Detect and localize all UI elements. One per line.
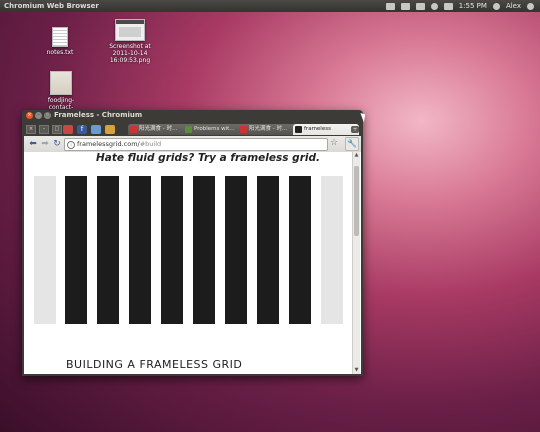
- grid-column: [193, 176, 215, 324]
- grid-column-ghost: [321, 176, 343, 324]
- minimize-icon[interactable]: –: [35, 112, 42, 119]
- tab-label: frameless: [304, 126, 331, 132]
- page-viewport: Hate fluid grids? Try a frameless grid. …: [24, 152, 361, 374]
- desktop-icon-label: notes.txt: [46, 49, 74, 56]
- window-controls: × – □: [26, 112, 51, 119]
- browser-window: × – □ Frameless - Chromium × – □ f 阳光满食 …: [22, 110, 363, 376]
- tab-label: 阳光满食 - 时…: [139, 126, 178, 132]
- pinned-tab[interactable]: [105, 125, 115, 134]
- grid-column: [225, 176, 247, 324]
- minimize-icon[interactable]: –: [39, 125, 49, 134]
- maximize-icon[interactable]: □: [52, 125, 62, 134]
- wrench-menu-icon[interactable]: 🔧: [345, 137, 359, 151]
- user-icon: [492, 2, 500, 10]
- top-panel: Chromium Web Browser 1:55 PM Alex: [0, 0, 540, 12]
- vertical-scrollbar[interactable]: ▲ ▼: [352, 152, 360, 374]
- desktop-icon-notes[interactable]: notes.txt: [42, 27, 78, 56]
- tab[interactable]: 阳光满食 - 时… ×: [128, 124, 191, 135]
- close-icon[interactable]: ×: [26, 112, 33, 119]
- text-file-icon: [52, 27, 68, 47]
- grid-column: [129, 176, 151, 324]
- new-tab-button[interactable]: +: [351, 126, 359, 133]
- url-host: framelessgrid.com/: [77, 140, 140, 148]
- tab-favicon-icon: [185, 126, 192, 133]
- grid-column: [289, 176, 311, 324]
- active-app-title: Chromium Web Browser: [4, 2, 99, 10]
- maximize-icon[interactable]: □: [44, 112, 51, 119]
- tab-strip: × – □ f 阳光满食 - 时… × Problems wit… × 阳光满食…: [22, 123, 363, 135]
- close-icon[interactable]: ×: [26, 125, 36, 134]
- power-icon[interactable]: [527, 2, 534, 10]
- back-arrow-icon[interactable]: ⬅: [28, 139, 38, 149]
- keyboard-icon[interactable]: [400, 2, 410, 10]
- grid-column: [65, 176, 87, 324]
- tab-favicon-icon: [295, 126, 302, 133]
- url-text: framelessgrid.com/#build: [77, 139, 161, 150]
- scroll-up-icon[interactable]: ▲: [353, 152, 360, 159]
- browser-toolbar: ⬅ ➡ ↻ i framelessgrid.com/#build ☆ 🔧: [24, 136, 361, 152]
- grid-column: [97, 176, 119, 324]
- tab[interactable]: 阳光满食 - 时… ×: [238, 124, 301, 135]
- page-icon: i: [67, 141, 75, 149]
- tab-active[interactable]: frameless: [293, 124, 359, 135]
- scroll-down-icon[interactable]: ▼: [353, 367, 360, 374]
- tab-favicon-icon: [130, 126, 137, 133]
- desktop-icon-label: Screenshot at 2011-10-14 16:09:53.png: [109, 43, 151, 64]
- grid-column: [257, 176, 279, 324]
- tab-label: Problems wit…: [194, 126, 235, 132]
- url-path: #build: [139, 140, 162, 148]
- section-heading: BUILDING A FRAMELESS GRID: [66, 358, 243, 371]
- scrollbar-thumb[interactable]: [354, 166, 359, 236]
- gmail-pinned-tab[interactable]: [63, 125, 73, 134]
- image-file-icon: [115, 19, 145, 41]
- pinned-tab[interactable]: [91, 125, 101, 134]
- page-headline: Hate fluid grids? Try a frameless grid.: [96, 152, 320, 164]
- tab[interactable]: Problems wit… ×: [183, 124, 246, 135]
- tab-favicon-icon: [240, 126, 247, 133]
- mail-icon[interactable]: [415, 2, 425, 10]
- panel-indicators: 1:55 PM Alex: [385, 0, 534, 12]
- image-file-icon: [50, 71, 72, 95]
- volume-icon[interactable]: [443, 2, 453, 10]
- user-name[interactable]: Alex: [506, 0, 521, 12]
- grid-column: [161, 176, 183, 324]
- tab-label: 阳光满食 - 时…: [249, 126, 288, 132]
- network-icon[interactable]: [430, 2, 438, 10]
- grid-column-ghost: [34, 176, 56, 324]
- forward-arrow-icon[interactable]: ➡: [40, 139, 50, 149]
- address-bar[interactable]: i framelessgrid.com/#build: [64, 138, 328, 151]
- bookmark-star-icon[interactable]: ☆: [330, 138, 338, 149]
- facebook-pinned-tab[interactable]: f: [77, 125, 87, 134]
- tab-strip-controls: × – □: [26, 125, 62, 134]
- reload-icon[interactable]: ↻: [52, 139, 62, 149]
- dropbox-icon[interactable]: [385, 2, 395, 10]
- desktop-icon-screenshot[interactable]: Screenshot at 2011-10-14 16:09:53.png: [100, 19, 160, 64]
- window-titlebar[interactable]: × – □ Frameless - Chromium: [22, 110, 363, 121]
- clock[interactable]: 1:55 PM: [459, 0, 487, 12]
- window-title: Frameless - Chromium: [54, 111, 143, 119]
